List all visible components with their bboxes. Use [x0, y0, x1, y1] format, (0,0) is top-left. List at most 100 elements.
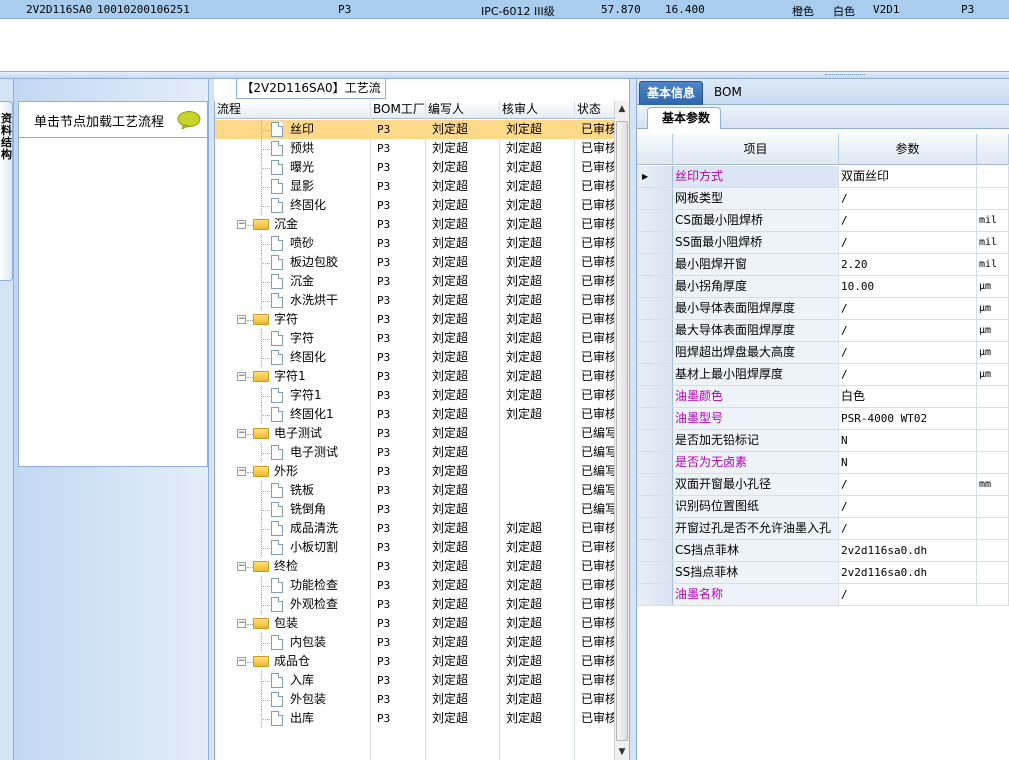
param-row[interactable]: 油墨颜色 白色	[637, 386, 1009, 408]
tree-row[interactable]: 小板切割 P3 刘定超 刘定超 已审核	[215, 538, 615, 557]
col-status[interactable]: 状态	[575, 101, 615, 119]
row-indicator[interactable]	[637, 276, 673, 297]
tree-row[interactable]: − 包装 P3 刘定超 刘定超 已审核	[215, 614, 615, 633]
tree-row[interactable]: − 字符 P3 刘定超 刘定超 已审核	[215, 310, 615, 329]
param-row[interactable]: CS挡点菲林 2v2d116sa0.dh	[637, 540, 1009, 562]
tree-row[interactable]: 功能检查 P3 刘定超 刘定超 已审核	[215, 576, 615, 595]
param-row[interactable]: 识别码位置图纸 /	[637, 496, 1009, 518]
param-value[interactable]: N	[839, 430, 977, 451]
param-row[interactable]: 最大导体表面阻焊厚度 / μm	[637, 320, 1009, 342]
right-splitter[interactable]	[629, 79, 637, 760]
process-title-tab[interactable]: 【2V2D116SA0】工艺流程	[236, 79, 386, 114]
tab-basic-params[interactable]: 基本参数	[647, 107, 722, 129]
param-row[interactable]: 油墨型号 PSR-4000 WT02	[637, 408, 1009, 430]
param-value[interactable]: /	[839, 210, 977, 231]
row-indicator[interactable]	[637, 584, 673, 605]
param-value[interactable]: 2.20	[839, 254, 977, 275]
param-row[interactable]: 油墨名称 /	[637, 584, 1009, 606]
tree-row[interactable]: 字符1 P3 刘定超 刘定超 已审核	[215, 386, 615, 405]
param-value[interactable]: 2v2d116sa0.dh	[839, 540, 977, 561]
tree-row[interactable]: 入库 P3 刘定超 刘定超 已审核	[215, 671, 615, 690]
selected-order-row[interactable]: 2V2D116SA0 10010200106251 P3 IPC-6012 II…	[0, 0, 1009, 19]
param-row[interactable]: SS面最小阻焊桥 / mil	[637, 232, 1009, 254]
tree-row[interactable]: 铣板 P3 刘定超 已编写	[215, 481, 615, 500]
col-reviewer[interactable]: 核审人	[500, 101, 575, 119]
param-value[interactable]: /	[839, 518, 977, 539]
param-value[interactable]: /	[839, 320, 977, 341]
param-value[interactable]: /	[839, 584, 977, 605]
tree-row[interactable]: − 沉金 P3 刘定超 刘定超 已审核	[215, 215, 615, 234]
tree-row[interactable]: 曝光 P3 刘定超 刘定超 已审核	[215, 158, 615, 177]
col-param[interactable]: 参数	[839, 134, 977, 165]
param-value[interactable]: 2v2d116sa0.dh	[839, 562, 977, 583]
tree-row[interactable]: 终固化 P3 刘定超 刘定超 已审核	[215, 348, 615, 367]
param-row[interactable]: 双面开窗最小孔径 / mm	[637, 474, 1009, 496]
col-process[interactable]: 流程	[215, 101, 371, 119]
row-indicator[interactable]	[637, 408, 673, 429]
row-indicator[interactable]	[637, 386, 673, 407]
param-value[interactable]: /	[839, 496, 977, 517]
param-row[interactable]: 最小拐角厚度 10.00 μm	[637, 276, 1009, 298]
tree-row[interactable]: 出库 P3 刘定超 刘定超 已审核	[215, 709, 615, 728]
tree-row[interactable]: 字符 P3 刘定超 刘定超 已审核	[215, 329, 615, 348]
row-indicator[interactable]	[637, 364, 673, 385]
tree-row[interactable]: 终固化 P3 刘定超 刘定超 已审核	[215, 196, 615, 215]
row-indicator[interactable]	[637, 474, 673, 495]
tab-bom[interactable]: BOM	[707, 81, 749, 105]
row-indicator[interactable]	[637, 188, 673, 209]
col-bom-factory[interactable]: BOM工厂	[371, 101, 426, 119]
param-value[interactable]: 白色	[839, 386, 977, 407]
param-row[interactable]: 基材上最小阻焊厚度 / μm	[637, 364, 1009, 386]
tree-row[interactable]: 成品清洗 P3 刘定超 刘定超 已审核	[215, 519, 615, 538]
param-value[interactable]: /	[839, 474, 977, 495]
horizontal-splitter[interactable]	[0, 71, 1009, 79]
tree-row[interactable]: 水洗烘干 P3 刘定超 刘定超 已审核	[215, 291, 615, 310]
tree-row[interactable]: 板边包胶 P3 刘定超 刘定超 已审核	[215, 253, 615, 272]
param-row[interactable]: 最小导体表面阻焊厚度 / μm	[637, 298, 1009, 320]
param-value[interactable]: /	[839, 364, 977, 385]
row-indicator[interactable]	[637, 232, 673, 253]
tree-row[interactable]: 电子测试 P3 刘定超 已编写	[215, 443, 615, 462]
tree-row[interactable]: 喷砂 P3 刘定超 刘定超 已审核	[215, 234, 615, 253]
row-indicator[interactable]	[637, 210, 673, 231]
row-indicator[interactable]	[637, 298, 673, 319]
row-indicator[interactable]	[637, 342, 673, 363]
param-value[interactable]: 双面丝印	[839, 166, 977, 187]
param-row[interactable]: 是否为无卤素 N	[637, 452, 1009, 474]
current-row-arrow-icon[interactable]: ▶	[637, 166, 673, 187]
tree-row[interactable]: 铣倒角 P3 刘定超 已编写	[215, 500, 615, 519]
tree-row[interactable]: 内包装 P3 刘定超 刘定超 已审核	[215, 633, 615, 652]
param-row[interactable]: 最小阻焊开窗 2.20 mil	[637, 254, 1009, 276]
row-indicator[interactable]	[637, 254, 673, 275]
collapse-icon[interactable]: −	[237, 467, 246, 476]
param-value[interactable]: /	[839, 298, 977, 319]
node-box[interactable]: 单击节点加载工艺流程	[18, 101, 208, 467]
param-row[interactable]: SS挡点菲林 2v2d116sa0.dh	[637, 562, 1009, 584]
tree-row[interactable]: 显影 P3 刘定超 刘定超 已审核	[215, 177, 615, 196]
param-row[interactable]: CS面最小阻焊桥 / mil	[637, 210, 1009, 232]
tree-row[interactable]: 预烘 P3 刘定超 刘定超 已审核	[215, 139, 615, 158]
collapse-icon[interactable]: −	[237, 315, 246, 324]
col-writer[interactable]: 编写人	[426, 101, 500, 119]
collapse-icon[interactable]: −	[237, 220, 246, 229]
row-indicator[interactable]	[637, 320, 673, 341]
tree-row[interactable]: 终固化1 P3 刘定超 刘定超 已审核	[215, 405, 615, 424]
tree-scrollbar[interactable]: ▲ ▼	[614, 101, 629, 760]
row-indicator[interactable]	[637, 518, 673, 539]
tree-row[interactable]: − 终检 P3 刘定超 刘定超 已审核	[215, 557, 615, 576]
tree-row[interactable]: 外包装 P3 刘定超 刘定超 已审核	[215, 690, 615, 709]
row-indicator[interactable]	[637, 562, 673, 583]
tree-row[interactable]: − 成品仓 P3 刘定超 刘定超 已审核	[215, 652, 615, 671]
tab-basic-info[interactable]: 基本信息	[639, 81, 704, 105]
param-row[interactable]: 网板类型 /	[637, 188, 1009, 210]
tree-row[interactable]: − 电子测试 P3 刘定超 已编写	[215, 424, 615, 443]
param-row[interactable]: 开窗过孔是否不允许油墨入孔 /	[637, 518, 1009, 540]
row-indicator[interactable]	[637, 452, 673, 473]
col-item[interactable]: 项目	[673, 134, 839, 165]
param-value[interactable]: /	[839, 188, 977, 209]
param-row[interactable]: 阻焊超出焊盘最大高度 / μm	[637, 342, 1009, 364]
collapse-icon[interactable]: −	[237, 657, 246, 666]
param-value[interactable]: /	[839, 232, 977, 253]
tree-row[interactable]: 外观检查 P3 刘定超 刘定超 已审核	[215, 595, 615, 614]
param-value[interactable]: 10.00	[839, 276, 977, 297]
